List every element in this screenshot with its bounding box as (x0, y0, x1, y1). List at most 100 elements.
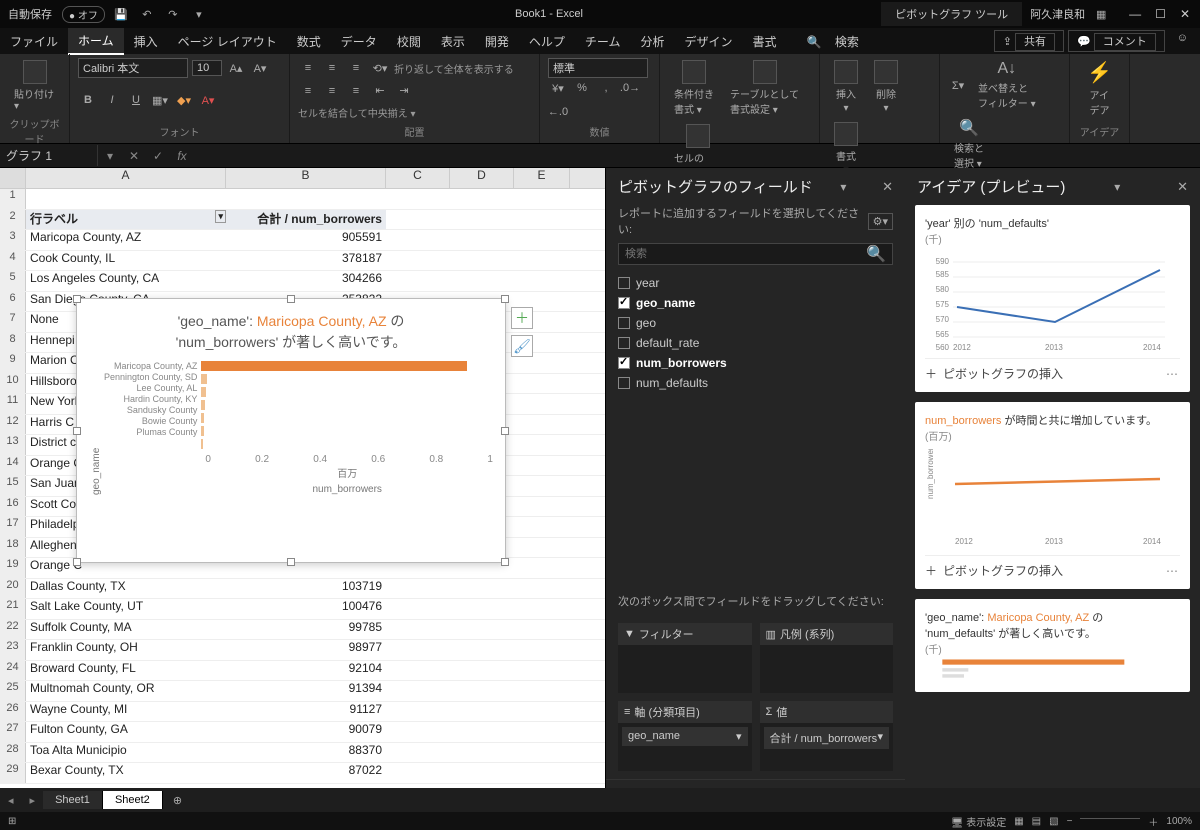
cell[interactable]: 99785 (226, 620, 386, 640)
cell[interactable]: Wayne County, MI (26, 702, 226, 722)
insert-cells-button[interactable]: 挿入▾ (828, 58, 864, 116)
field-search[interactable]: 🔍 (618, 243, 893, 265)
checkbox[interactable] (618, 277, 630, 289)
cell[interactable]: 378187 (226, 251, 386, 271)
cell[interactable]: 100476 (226, 599, 386, 619)
row-header[interactable]: 12 (0, 415, 26, 435)
idea-card[interactable]: 'geo_name': Maricopa County, AZ の'num_de… (915, 599, 1190, 692)
chevron-down-icon[interactable]: ▾ (840, 180, 846, 194)
dec-decimal-icon[interactable]: ←.0 (548, 102, 568, 122)
tab-file[interactable]: ファイル (0, 29, 68, 54)
sheet-tab[interactable]: Sheet2 (103, 791, 163, 809)
cell[interactable]: 91394 (226, 681, 386, 701)
smiley-icon[interactable]: ☺ (1169, 30, 1196, 52)
resize-handle[interactable] (501, 427, 509, 435)
cell[interactable]: Toa Alta Municipio (26, 743, 226, 763)
row-header[interactable]: 17 (0, 517, 26, 537)
align-bot-icon[interactable]: ≡ (346, 58, 366, 78)
row-header[interactable]: 14 (0, 456, 26, 476)
cell[interactable]: Bexar County, TX (26, 763, 226, 783)
filter-area[interactable]: ▼ フィルター (618, 623, 752, 693)
cell[interactable]: 92104 (226, 661, 386, 681)
ideas-button[interactable]: ⚡アイ デア (1078, 58, 1121, 119)
row-header[interactable]: 28 (0, 743, 26, 763)
axis-field-item[interactable]: geo_name▾ (622, 727, 748, 746)
col-header-d[interactable]: D (450, 168, 514, 188)
zoom-level[interactable]: 100% (1166, 816, 1192, 827)
cancel-icon[interactable]: ✕ (122, 149, 146, 163)
resize-handle[interactable] (73, 427, 81, 435)
resize-handle[interactable] (501, 558, 509, 566)
cell[interactable]: Dallas County, TX (26, 579, 226, 599)
row-header[interactable]: 11 (0, 394, 26, 414)
border-icon[interactable]: ▦▾ (150, 90, 170, 110)
row-header[interactable]: 4 (0, 251, 26, 271)
font-color-icon[interactable]: A▾ (198, 90, 218, 110)
namebox-dropdown-icon[interactable]: ▾ (98, 149, 122, 163)
row-header[interactable]: 21 (0, 599, 26, 619)
axis-area[interactable]: ≡ 軸 (分類項目) geo_name▾ (618, 701, 752, 771)
inc-decimal-icon[interactable]: .0→ (620, 78, 640, 98)
close-pane-icon[interactable]: ✕ (882, 179, 893, 195)
grow-font-icon[interactable]: A▴ (226, 58, 246, 78)
tab-help[interactable]: ヘルプ (519, 29, 575, 54)
cell[interactable]: Cook County, IL (26, 251, 226, 271)
customize-qt-icon[interactable]: ▾ (189, 4, 209, 24)
sort-filter-button[interactable]: A↓並べ替えと フィルター ▾ (972, 58, 1042, 112)
save-icon[interactable]: 💾 (111, 4, 131, 24)
tab-design[interactable]: デザイン (675, 29, 743, 54)
cond-format-button[interactable]: 条件付き 書式 ▾ (668, 58, 720, 118)
cell[interactable]: 103719 (226, 579, 386, 599)
col-header-e[interactable]: E (514, 168, 570, 188)
orientation-icon[interactable]: ⟲▾ (370, 58, 390, 78)
indent-inc-icon[interactable]: ⇥ (394, 81, 414, 101)
zoom-in-icon[interactable]: ＋ (1148, 814, 1158, 829)
field-item[interactable]: geo (618, 313, 893, 333)
row-header[interactable]: 22 (0, 620, 26, 640)
percent-icon[interactable]: % (572, 78, 592, 98)
row-header[interactable]: 23 (0, 640, 26, 660)
tab-home[interactable]: ホーム (68, 28, 124, 55)
align-mid-icon[interactable]: ≡ (322, 58, 342, 78)
row-header[interactable]: 25 (0, 681, 26, 701)
field-search-input[interactable] (619, 245, 860, 263)
field-item[interactable]: num_borrowers (618, 353, 893, 373)
cell[interactable]: Salt Lake County, UT (26, 599, 226, 619)
shrink-font-icon[interactable]: A▾ (250, 58, 270, 78)
tab-data[interactable]: データ (331, 29, 387, 54)
row-header[interactable]: 8 (0, 333, 26, 353)
row-header[interactable]: 24 (0, 661, 26, 681)
align-center-icon[interactable]: ≡ (322, 81, 342, 101)
checkbox[interactable] (618, 297, 630, 309)
maximize-icon[interactable]: ☐ (1155, 7, 1166, 21)
row-header[interactable]: 18 (0, 538, 26, 558)
row-header[interactable]: 1 (0, 189, 26, 209)
bold-icon[interactable]: B (78, 90, 98, 110)
cell[interactable]: Broward County, FL (26, 661, 226, 681)
cell[interactable]: Suffolk County, MA (26, 620, 226, 640)
new-sheet-icon[interactable]: ⊕ (163, 794, 192, 807)
redo-icon[interactable]: ↷ (163, 4, 183, 24)
cell[interactable]: Fulton County, GA (26, 722, 226, 742)
row-header[interactable]: 5 (0, 271, 26, 291)
pivot-value-header[interactable]: 合計 / num_borrowers (226, 210, 386, 230)
sheet-nav-next-icon[interactable]: ▸ (22, 794, 44, 807)
col-header-a[interactable]: A (26, 168, 226, 188)
delete-cells-button[interactable]: 削除▾ (868, 58, 904, 116)
autosum-icon[interactable]: Σ▾ (948, 75, 968, 95)
row-header[interactable]: 20 (0, 579, 26, 599)
align-right-icon[interactable]: ≡ (346, 81, 366, 101)
tab-layout[interactable]: ページ レイアウト (168, 29, 287, 54)
align-left-icon[interactable]: ≡ (298, 81, 318, 101)
resize-handle[interactable] (73, 295, 81, 303)
more-icon[interactable]: ⋯ (1166, 367, 1180, 381)
row-header[interactable]: 29 (0, 763, 26, 783)
more-icon[interactable]: ⋯ (1166, 564, 1180, 578)
view-normal-icon[interactable]: ▦ (1014, 816, 1023, 827)
chart-brush-icon[interactable]: 🖌 (511, 335, 533, 357)
embedded-chart[interactable]: ＋ 🖌 'geo_name': Maricopa County, AZ の 'n… (76, 298, 506, 563)
row-header[interactable]: 19 (0, 558, 26, 578)
autosave-toggle[interactable]: ● オフ (62, 6, 105, 23)
tab-view[interactable]: 表示 (431, 29, 475, 54)
table-format-button[interactable]: テーブルとして 書式設定 ▾ (724, 58, 805, 118)
